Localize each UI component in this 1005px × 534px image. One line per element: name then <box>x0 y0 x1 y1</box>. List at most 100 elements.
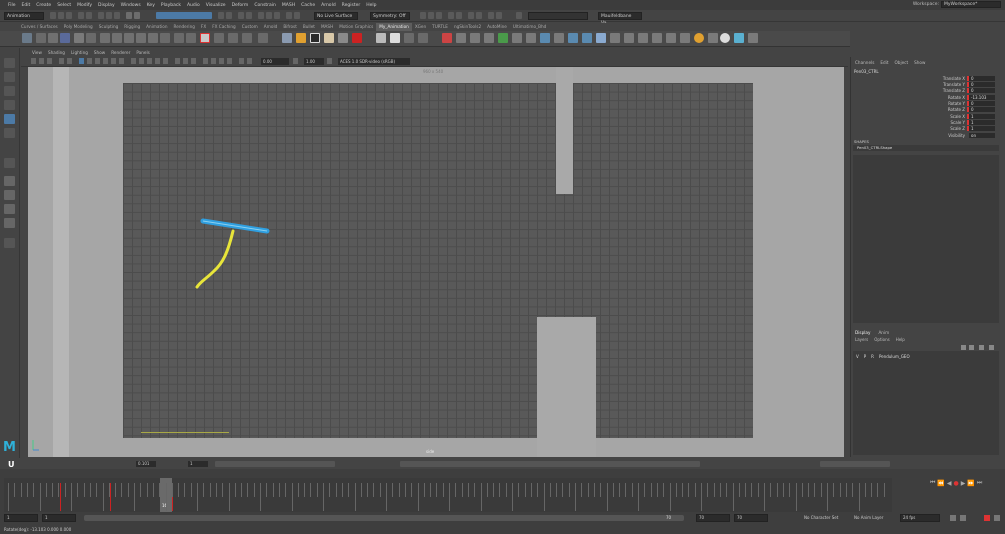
scene-end-field[interactable]: 70 <box>734 514 768 522</box>
gamma-icon[interactable] <box>293 58 298 64</box>
layer-menu-help[interactable]: Help <box>896 337 905 342</box>
live-surface-field[interactable]: No Live Surface <box>314 12 358 20</box>
redo-icon[interactable] <box>86 12 92 19</box>
shelf-tab[interactable]: FX <box>198 23 209 31</box>
shelf-button-icon[interactable] <box>352 33 362 43</box>
shelf-tab[interactable]: Curves / Surfaces <box>18 23 61 31</box>
shelf-tab[interactable]: Sculpting <box>96 23 122 31</box>
menu-create[interactable]: Create <box>33 3 54 8</box>
shelf-button-icon[interactable] <box>136 33 146 43</box>
shelf-button-icon[interactable] <box>338 33 348 43</box>
shelf-tab[interactable]: Arnold <box>261 23 281 31</box>
channel-row[interactable]: Scale Z1 <box>851 125 1003 131</box>
channel-value[interactable]: on <box>967 132 995 138</box>
loop-icon[interactable] <box>960 515 966 521</box>
shelf-button-icon[interactable] <box>512 33 522 43</box>
new-layer-icon[interactable] <box>979 345 984 350</box>
modifier-icon[interactable] <box>60 33 70 43</box>
channel-tab-channels[interactable]: Channels <box>855 60 874 65</box>
shelf-tab[interactable]: FX Caching <box>209 23 239 31</box>
move-tool-icon[interactable] <box>4 100 15 110</box>
shelf-button-icon[interactable] <box>48 33 58 43</box>
snap-point-icon[interactable] <box>258 12 264 19</box>
exposure-field[interactable]: 0.00 <box>261 58 289 65</box>
resolution-gate-icon[interactable] <box>87 58 92 64</box>
putkey-icon[interactable] <box>74 33 84 43</box>
film-gate-icon[interactable] <box>79 58 84 64</box>
menu-select[interactable]: Select <box>54 3 74 8</box>
select-tool-icon[interactable] <box>4 58 15 68</box>
keyframe-marker[interactable] <box>110 483 111 511</box>
shelf-tab[interactable]: Rendering <box>171 23 198 31</box>
channel-row[interactable]: Visibility on <box>851 132 1003 138</box>
viewport-side[interactable]: 960 x 540 side <box>28 67 844 457</box>
shelf-button-icon[interactable] <box>100 33 110 43</box>
four-view-icon[interactable] <box>4 190 15 200</box>
menu-mash[interactable]: MASH <box>279 3 298 8</box>
xray-icon[interactable] <box>175 58 180 64</box>
textured-icon[interactable] <box>147 58 152 64</box>
shape-row[interactable]: Pen03_CTRLShape <box>853 145 999 151</box>
current-frame-field[interactable]: 1 <box>188 461 208 467</box>
select-component-icon[interactable] <box>114 12 120 19</box>
menu-constrain[interactable]: Constrain <box>251 3 279 8</box>
shelf-button-icon[interactable] <box>708 33 718 43</box>
arnold-icon[interactable] <box>476 12 482 19</box>
tween-icon[interactable] <box>22 33 32 43</box>
curve-tools-icons[interactable] <box>400 461 700 467</box>
channel-tab-object[interactable]: Object <box>894 60 908 65</box>
menu-arnold[interactable]: Arnold <box>318 3 339 8</box>
field-chart-icon[interactable] <box>103 58 108 64</box>
symmetry-dropdown[interactable]: Symmetry: Off <box>370 12 410 20</box>
shelf-button-icon[interactable] <box>258 33 268 43</box>
xray-joints-icon[interactable] <box>183 58 188 64</box>
select-object-icon[interactable] <box>106 12 112 19</box>
shelf-button-icon[interactable] <box>228 33 238 43</box>
shelf-tab[interactable]: Motion Graphics <box>336 23 376 31</box>
shelf-button-icon[interactable] <box>638 33 648 43</box>
shelf-button-icon[interactable] <box>456 33 466 43</box>
shelf-button-icon[interactable] <box>124 33 134 43</box>
menu-register[interactable]: Register <box>339 3 364 8</box>
range-slider[interactable]: 70 <box>84 515 684 521</box>
shelf-button-icon[interactable] <box>666 33 676 43</box>
audio-icon[interactable] <box>950 515 956 521</box>
layer-playback-toggle[interactable]: P <box>864 354 866 359</box>
channel-row[interactable]: Rotate Z0 <box>851 106 1003 112</box>
record-icon[interactable]: ● <box>954 480 959 487</box>
render-settings-icon[interactable] <box>448 12 454 19</box>
shelf-button-icon[interactable] <box>418 33 428 43</box>
go-to-end-icon[interactable]: ⏭ <box>977 479 982 487</box>
layer-tab-anim[interactable]: Anim <box>878 330 889 335</box>
menu-display[interactable]: Display <box>95 3 118 8</box>
image-plane-icon[interactable] <box>59 58 64 64</box>
channel-value[interactable]: 1 <box>967 125 995 131</box>
anti-alias-icon[interactable] <box>219 58 224 64</box>
shelf-button-icon[interactable] <box>470 33 480 43</box>
shelf-button-icon[interactable] <box>324 33 334 43</box>
menu-audio[interactable]: Audio <box>184 3 203 8</box>
shelf-tab[interactable]: XGen <box>412 23 429 31</box>
shelf-tab[interactable]: Rigging <box>121 23 143 31</box>
isolate-select-icon[interactable] <box>239 58 244 64</box>
character-set[interactable]: No Character Set <box>804 515 838 520</box>
safe-action-icon[interactable] <box>111 58 116 64</box>
ambient-occlusion-icon[interactable] <box>203 58 208 64</box>
shelf-tab[interactable]: Ultimatimo_Bhd <box>510 23 549 31</box>
rotate-tool-icon[interactable] <box>4 114 15 124</box>
panel-menu-panels[interactable]: Panels <box>133 50 152 55</box>
wireframe-icon[interactable] <box>131 58 136 64</box>
colorspace-dropdown[interactable]: ACES 1.0 SDR-video (sRGB) <box>338 58 410 65</box>
lock-icon[interactable] <box>226 12 232 19</box>
shelf-button-icon[interactable] <box>498 33 508 43</box>
menu-key[interactable]: Key <box>144 3 158 8</box>
tween-tools-icons[interactable] <box>215 461 335 467</box>
shelf-button-icon[interactable] <box>734 33 744 43</box>
channel-value[interactable]: 0 <box>967 81 995 87</box>
shelf-button-icon[interactable] <box>282 33 292 43</box>
step-forward-icon[interactable]: ⏩ <box>967 480 974 487</box>
save-scene-icon[interactable] <box>66 12 72 19</box>
bookmark-icon[interactable] <box>47 58 52 64</box>
lock-icon[interactable] <box>218 12 224 19</box>
menu-edit[interactable]: Edit <box>19 3 34 8</box>
